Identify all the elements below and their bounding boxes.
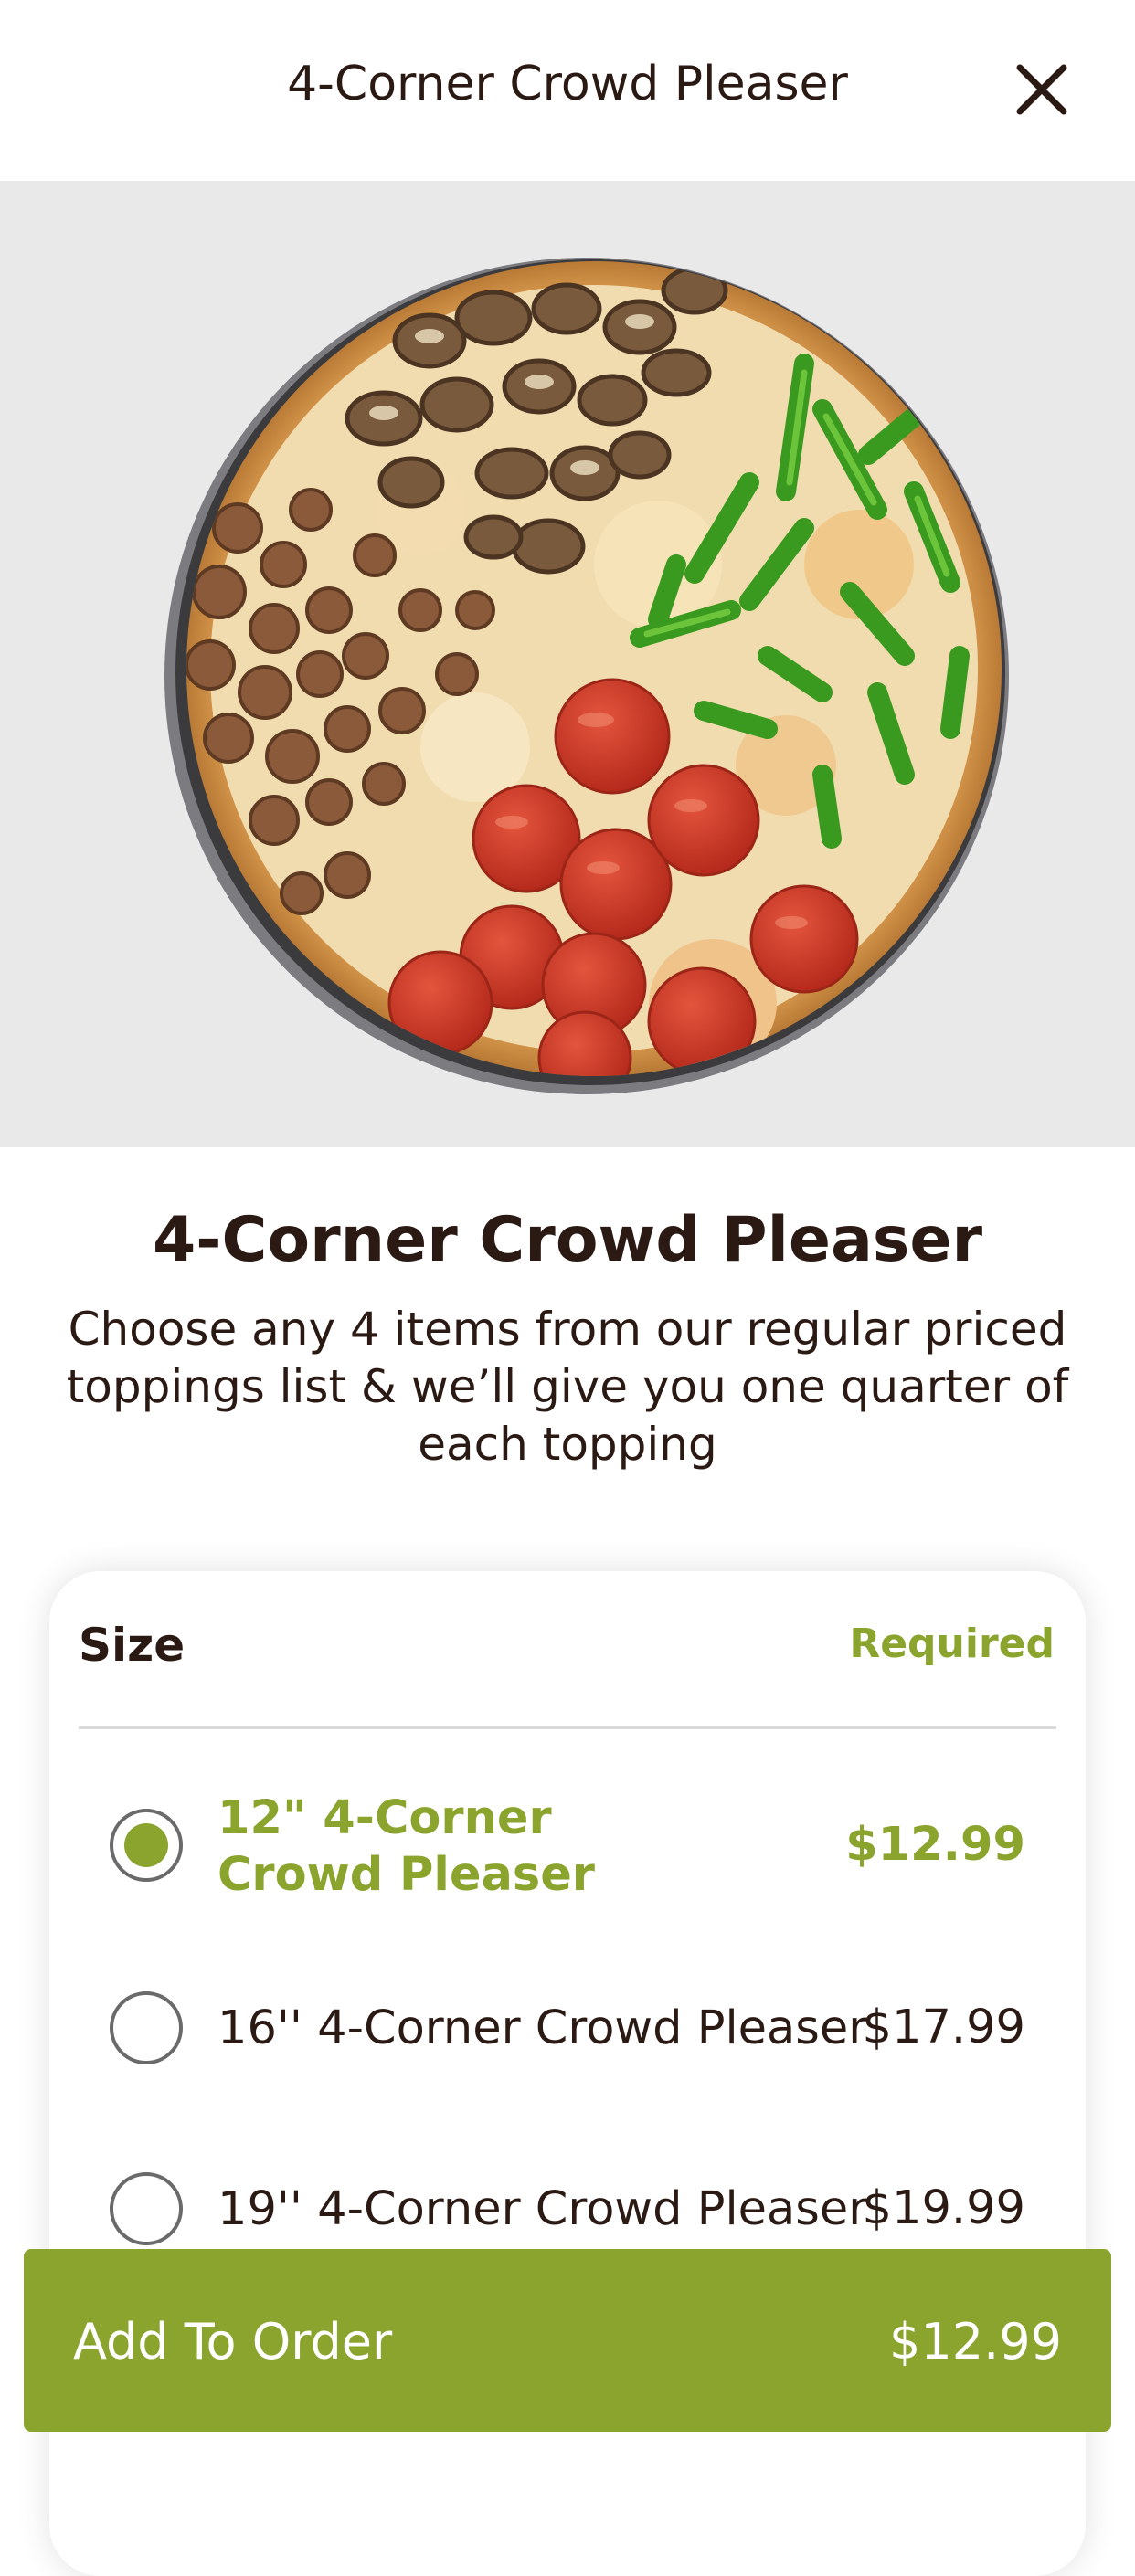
required-badge: Required — [849, 1621, 1055, 1667]
header-title: 4-Corner Crowd Pleaser — [287, 57, 848, 111]
radio-button-selected[interactable] — [110, 1809, 183, 1882]
close-button[interactable] — [1009, 57, 1075, 122]
size-option-name: 19'' 4-Corner Crowd Pleaser — [217, 2182, 868, 2236]
size-option-price: $19.99 — [862, 2181, 1025, 2235]
modal-header: 4-Corner Crowd Pleaser — [0, 0, 1135, 181]
pizza-image — [0, 181, 1135, 1147]
close-icon[interactable] — [1009, 57, 1075, 122]
size-option-name: 16'' 4-Corner Crowd Pleaser — [217, 2001, 868, 2055]
divider — [79, 1726, 1056, 1729]
product-image — [0, 181, 1135, 1147]
radio-dot — [124, 1823, 168, 1867]
size-option-price: $12.99 — [845, 1818, 1025, 1872]
size-option-name: 12" 4-Corner Crowd Pleaser — [217, 1791, 595, 1902]
add-to-order-label: Add To Order — [73, 2313, 393, 2370]
size-option-16[interactable]: 16'' 4-Corner Crowd Pleaser $17.99 — [49, 1991, 1086, 2083]
radio-button[interactable] — [110, 2172, 183, 2245]
product-title: 4-Corner Crowd Pleaser — [152, 1204, 983, 1276]
size-option-price: $17.99 — [862, 2001, 1025, 2054]
size-option-12[interactable]: 12" 4-Corner Crowd Pleaser $12.99 — [49, 1781, 1086, 1918]
size-section-label: Size — [79, 1619, 186, 1672]
radio-button[interactable] — [110, 1991, 183, 2064]
product-description: Choose any 4 items from our regular pric… — [66, 1303, 1069, 1471]
add-to-order-button[interactable]: Add To Order $12.99 — [24, 2249, 1111, 2432]
order-total-price: $12.99 — [889, 2313, 1062, 2370]
